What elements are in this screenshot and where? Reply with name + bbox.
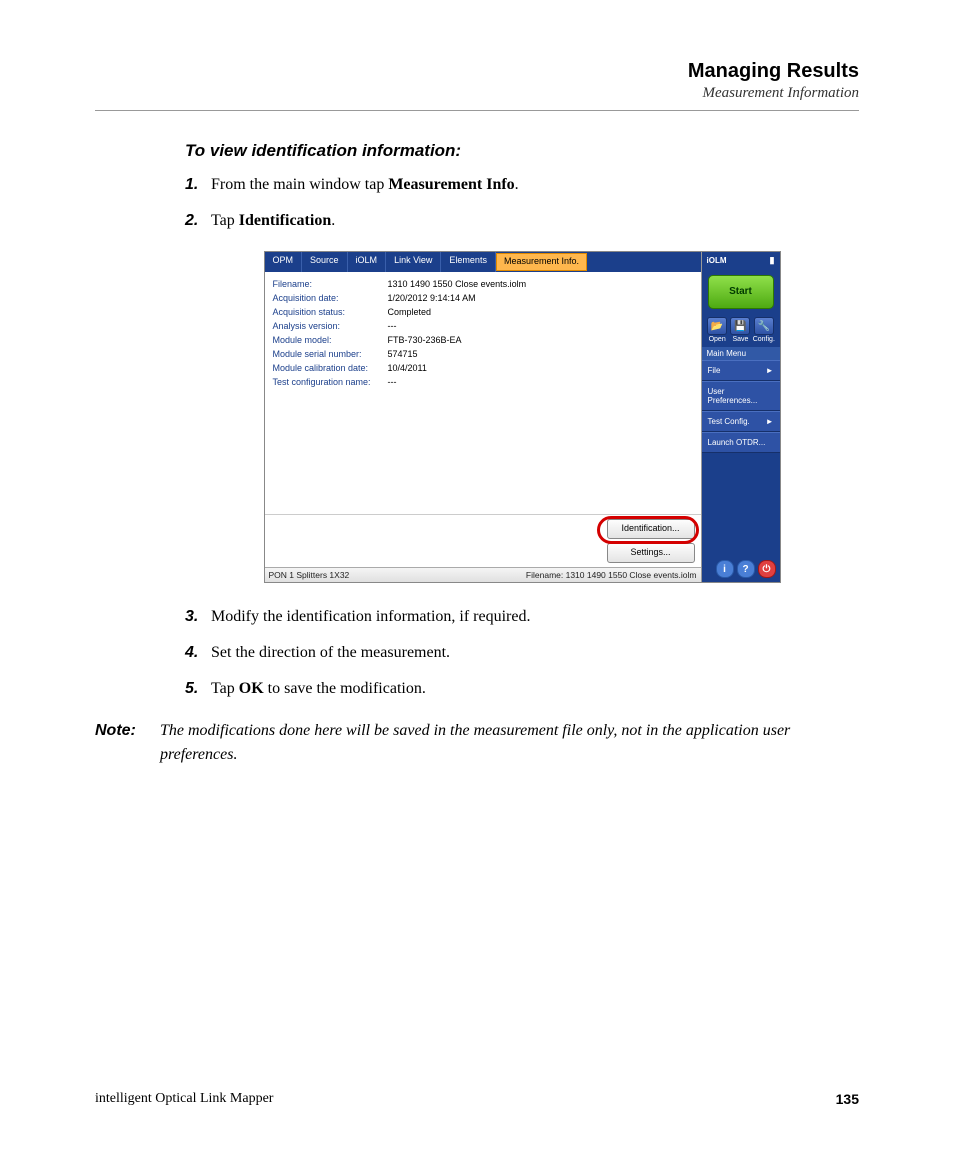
step-number: 1. bbox=[185, 173, 211, 197]
status-right: Filename: 1310 1490 1550 Close events.io… bbox=[526, 570, 697, 580]
identification-button[interactable]: Identification... bbox=[607, 519, 695, 539]
menu-label: User Preferences... bbox=[708, 387, 774, 405]
step-2: 2. Tap Identification. bbox=[185, 209, 859, 233]
note-text: The modifications done here will be save… bbox=[160, 719, 859, 767]
tab-bar: OPM Source iOLM Link View Elements Measu… bbox=[265, 252, 701, 272]
step-1: 1. From the main window tap Measurement … bbox=[185, 173, 859, 197]
info-value: 1/20/2012 9:14:14 AM bbox=[388, 292, 476, 305]
info-value: 574715 bbox=[388, 348, 418, 361]
chevron-right-icon: ► bbox=[766, 417, 774, 426]
tab-iolm[interactable]: iOLM bbox=[348, 252, 387, 272]
step-post: . bbox=[515, 176, 519, 193]
menu-label: Test Config. bbox=[708, 417, 750, 426]
tab-measurement-info[interactable]: Measurement Info. bbox=[496, 253, 587, 271]
page-header-subtitle: Measurement Information bbox=[95, 85, 859, 102]
step-4: 4. Set the direction of the measurement. bbox=[185, 641, 859, 665]
config-icon: 🔧 bbox=[754, 317, 774, 335]
step-text: Tap bbox=[211, 212, 239, 229]
info-value: Completed bbox=[388, 306, 432, 319]
step-number: 5. bbox=[185, 677, 211, 701]
config-button[interactable]: 🔧 Config. bbox=[753, 317, 775, 343]
info-icon[interactable]: i bbox=[716, 560, 734, 578]
info-value: FTB-730-236B-EA bbox=[388, 334, 462, 347]
step-post: . bbox=[331, 212, 335, 229]
info-label: Module calibration date: bbox=[273, 362, 388, 375]
settings-button[interactable]: Settings... bbox=[607, 543, 695, 563]
step-number: 3. bbox=[185, 605, 211, 629]
status-bar: PON 1 Splitters 1X32 Filename: 1310 1490… bbox=[265, 567, 701, 582]
note-label: Note: bbox=[95, 719, 160, 767]
menu-test-config[interactable]: Test Config. ► bbox=[702, 411, 780, 432]
menu-label: File bbox=[708, 366, 721, 375]
info-label: Test configuration name: bbox=[273, 376, 388, 389]
open-button[interactable]: 📂 Open bbox=[706, 317, 728, 343]
side-panel: iOLM ▮ Start 📂 Open 💾 Save bbox=[702, 252, 780, 582]
info-label: Module serial number: bbox=[273, 348, 388, 361]
info-label: Module model: bbox=[273, 334, 388, 347]
tab-opm[interactable]: OPM bbox=[265, 252, 303, 272]
step-text: Tap bbox=[211, 680, 239, 697]
power-icon[interactable]: ⏻ bbox=[758, 560, 776, 578]
info-value: --- bbox=[388, 320, 397, 333]
tab-elements[interactable]: Elements bbox=[441, 252, 496, 272]
info-label: Acquisition date: bbox=[273, 292, 388, 305]
steps-after-screenshot: 3. Modify the identification information… bbox=[185, 605, 859, 701]
info-value: 10/4/2011 bbox=[388, 362, 427, 375]
header-rule bbox=[95, 110, 859, 111]
menu-user-preferences[interactable]: User Preferences... bbox=[702, 381, 780, 411]
step-number: 2. bbox=[185, 209, 211, 233]
measurement-info-panel: Filename:1310 1490 1550 Close events.iol… bbox=[265, 272, 701, 514]
info-label: Filename: bbox=[273, 278, 388, 291]
menu-launch-otdr[interactable]: Launch OTDR... bbox=[702, 432, 780, 453]
start-button[interactable]: Start bbox=[708, 275, 774, 309]
info-label: Acquisition status: bbox=[273, 306, 388, 319]
info-value: 1310 1490 1550 Close events.iolm bbox=[388, 278, 527, 291]
info-value: --- bbox=[388, 376, 397, 389]
icon-label: Open bbox=[709, 336, 726, 343]
icon-label: Save bbox=[733, 336, 749, 343]
embedded-screenshot: OPM Source iOLM Link View Elements Measu… bbox=[264, 251, 781, 583]
footer-page-number: 135 bbox=[836, 1091, 859, 1107]
tab-source[interactable]: Source bbox=[302, 252, 348, 272]
step-text: Modify the identification information, i… bbox=[211, 608, 530, 625]
step-post: to save the modification. bbox=[264, 680, 426, 697]
save-icon: 💾 bbox=[730, 317, 750, 335]
side-title-text: iOLM bbox=[707, 256, 727, 265]
battery-icon: ▮ bbox=[770, 255, 775, 266]
step-bold: OK bbox=[239, 680, 264, 697]
page-header-title: Managing Results bbox=[95, 60, 859, 83]
open-icon: 📂 bbox=[707, 317, 727, 335]
icon-label: Config. bbox=[753, 336, 775, 343]
footer-product: intelligent Optical Link Mapper bbox=[95, 1091, 273, 1107]
help-icon[interactable]: ? bbox=[737, 560, 755, 578]
menu-label: Launch OTDR... bbox=[708, 438, 766, 447]
menu-file[interactable]: File ► bbox=[702, 360, 780, 381]
menu-header: Main Menu bbox=[702, 347, 780, 360]
step-bold: Measurement Info bbox=[388, 176, 514, 193]
step-3: 3. Modify the identification information… bbox=[185, 605, 859, 629]
step-bold: Identification bbox=[239, 212, 331, 229]
chevron-right-icon: ► bbox=[766, 366, 774, 375]
status-left: PON 1 Splitters 1X32 bbox=[269, 570, 350, 580]
save-button[interactable]: 💾 Save bbox=[729, 317, 751, 343]
step-text: Set the direction of the measurement. bbox=[211, 644, 450, 661]
step-5: 5. Tap OK to save the modification. bbox=[185, 677, 859, 701]
step-text: From the main window tap bbox=[211, 176, 388, 193]
procedure-title: To view identification information: bbox=[185, 141, 859, 161]
tab-link-view[interactable]: Link View bbox=[386, 252, 441, 272]
step-number: 4. bbox=[185, 641, 211, 665]
info-label: Analysis version: bbox=[273, 320, 388, 333]
steps-before-screenshot: 1. From the main window tap Measurement … bbox=[185, 173, 859, 233]
